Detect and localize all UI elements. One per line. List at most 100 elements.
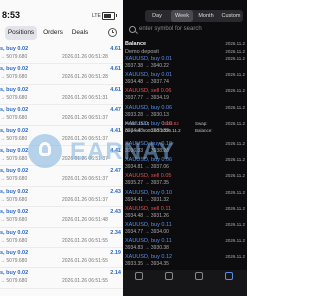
deal-row[interactable]: XAUUSD, buy 0.10 3934.41 → 3931.32 2026.11… [125,190,245,206]
deal-date: 2026.11.2 [225,56,245,61]
deal-price: 3935.27 → 3937.35 [125,180,169,187]
status-bar: 8:53 LTE [0,0,123,22]
position-date: 2026.01.26 06:51:48 [62,217,108,224]
balance-date-2: 2026.11.2 [225,49,245,54]
position-symbol: s, buy 0.02 [0,209,29,216]
deal-row[interactable]: XAUUSD, sell 0.05 3935.27 → 3937.35 2026.1… [125,173,245,189]
position-profit: 4.41 [110,127,121,134]
deal-symbol: XAUUSD, buy 0.01 [125,72,173,79]
deal-row[interactable]: XAUUSD, sell 0.11 3934.48 → 3931.26 2026.1… [125,206,245,222]
deal-row[interactable]: XAUUSD, buy 0.10 3936.33 → 3938.28 2026.11… [125,141,245,157]
tab-week[interactable]: Week [171,10,193,22]
deal-symbol: XAUUSD, buy 0.10 [125,141,173,147]
deal-price: 3933.35 → 3934.35 [125,261,169,268]
position-profit: 2.19 [110,249,121,256]
deal-price: 3933.28 → 3930.13 [125,111,169,118]
deal-symbol: XAUUSD, buy 0.11 [125,221,172,228]
position-row[interactable]: s, buy 0.02 → 5079.680 2026.01.26 06:51:37… [0,146,123,167]
summary-balance: Balance: [195,128,213,133]
deal-price: 3934.41 → 3931.32 [125,196,169,203]
position-symbol: s, buy 0.02 [0,188,29,195]
position-row[interactable]: s, buy 0.02 → 5079.680 2026.01.26 06:51:37… [0,126,123,146]
position-date: 2026.01.26 06:51:28 [62,74,108,81]
position-profit: 2.47 [110,168,121,175]
position-profit: 2.43 [110,188,121,195]
position-row[interactable]: s, buy 0.02 → 5079.680 2026.01.26 06:51:48… [0,207,123,228]
history-icon [225,272,233,280]
position-date: 2026.01.26 06:51:28 [62,54,108,60]
deal-row[interactable]: XAUUSD, buy 0.11 3934.77 → 3934.00 2026.11… [125,222,245,238]
balance-date: 2026.11.2 [225,41,245,46]
nav-history[interactable] [217,272,241,282]
summary-deposit: Deposit: 5000.00 [125,128,160,133]
position-date: 2026.01.26 06:51:37 [62,155,108,162]
position-profit: 4.47 [110,107,121,114]
position-row[interactable]: s, buy 0.02 → 5079.680 2026.01.26 06:51:31… [0,85,123,106]
deal-symbol: XAUUSD, sell 0.11 [125,205,172,212]
position-price: → 5079.680 [0,135,28,142]
deal-price: 3936.33 → 3938.28 [125,148,169,154]
network-label: LTE [92,13,101,19]
tab-deals[interactable]: Deals [69,26,91,40]
bottom-nav [123,270,247,296]
deal-date: 2026.11.2 [225,157,245,163]
nav-quotes[interactable] [127,272,151,282]
positions-panel: 8:53 LTE Positions Orders Deals s, buy 0… [0,0,123,296]
nav-trade[interactable] [187,272,211,282]
deal-row[interactable]: XAUUSD, buy 0.11 3934.83 → 3930.38 2026.11… [125,238,245,254]
summary-value: -2930.82 [161,121,179,126]
tab-orders[interactable]: Orders [40,26,66,40]
tab-month[interactable]: Month [195,10,217,22]
position-date: 2026.01.26 06:51:31 [62,94,108,101]
position-price: → 5079.680 [0,217,28,224]
position-row[interactable]: s, buy 0.02 → 5079.680 2026.01.26 06:51:37… [0,187,123,208]
position-row[interactable]: s, buy 0.02 → 5079.680 2026.01.26 06:51:28… [0,44,123,65]
tab-positions[interactable]: Positions [5,26,37,40]
position-price: → 5079.680 [0,155,28,162]
deal-date: 2026.11.2 [225,104,245,110]
position-row[interactable]: s, buy 0.02 → 5079.680 2026.01.26 06:51:55… [0,248,123,269]
position-symbol: s, buy 0.02 [0,168,29,175]
chart-icon [165,272,173,280]
deal-symbol: XAUUSD, buy 0.11 [125,238,172,245]
position-row[interactable]: s, buy 0.02 → 5079.680 2026.01.26 06:51:55… [0,268,123,289]
trade-icon [195,272,203,280]
position-price: → 5079.680 [0,176,28,183]
position-symbol: s, buy 0.02 [0,249,29,256]
deal-row[interactable]: XAUUSD, buy 0.06 3933.28 → 3930.13 2026.11… [125,105,245,121]
tab-custom[interactable]: Custom [219,10,243,22]
position-profit: 2.34 [110,229,121,236]
nav-chart[interactable] [157,272,181,282]
position-date: 2026.01.26 06:51:55 [62,237,108,244]
deal-date: 2026.11.2 [225,221,245,227]
deal-date: 2026.11.2 [225,173,245,179]
search-input[interactable]: enter symbol for search [125,24,247,35]
position-symbol: s, buy 0.02 [0,270,29,277]
deal-price: 3934.48 → 3931.26 [125,212,169,219]
deal-row[interactable]: XAUUSD, sell 0.06 3937.77 → 3934.19 2026.1… [125,88,245,104]
deal-price: 3934.48 → 3937.74 [125,79,169,86]
deal-date: 2026.11.2 [225,72,245,78]
deal-row[interactable]: XAUUSD, buy 0.01 3934.48 → 3937.74 2026.11… [125,72,245,88]
position-profit: 2.43 [110,209,121,216]
positions-list: s, buy 0.02 → 5079.680 2026.01.26 06:51:28… [0,44,123,289]
deal-row[interactable]: XAUUSD, buy 0.06 3934.81 → 3937.06 2026.11… [125,157,245,173]
position-price: → 5079.680 [0,257,28,264]
clock-icon[interactable] [108,28,117,37]
position-date: 2026.01.26 06:51:55 [62,257,108,264]
deal-date: 2026.11.2 [225,88,245,94]
position-row[interactable]: s, buy 0.02 → 5079.680 2026.01.26 06:51:37… [0,105,123,126]
deal-row[interactable]: XAUUSD, buy 0.01 3937.38 → 3940.22 2026.11… [125,56,245,72]
position-row[interactable]: s, buy 0.02 → 5079.680 2026.01.26 06:51:28… [0,64,123,85]
deal-symbol: XAUUSD, sell 0.05 [125,173,172,180]
summary-block: Profit: 15.10 -2930.82 Swap: Deposit: 50… [125,121,245,137]
deal-symbol: XAUUSD, buy 0.06 [125,157,173,164]
deal-row[interactable]: XAUUSD, buy 0.12 3933.35 → 3934.35 2026.11… [125,254,245,270]
position-row[interactable]: s, buy 0.02 → 5079.680 2026.01.26 06:51:37… [0,166,123,187]
position-profit: 4.41 [110,147,121,154]
tab-bar: Positions Orders Deals [0,26,123,40]
tab-day[interactable]: Day [147,10,167,22]
position-symbol: s, buy 0.02 [0,86,29,93]
position-row[interactable]: s, buy 0.02 → 5079.680 2026.01.26 06:51:55… [0,228,123,248]
battery-icon [102,12,117,20]
